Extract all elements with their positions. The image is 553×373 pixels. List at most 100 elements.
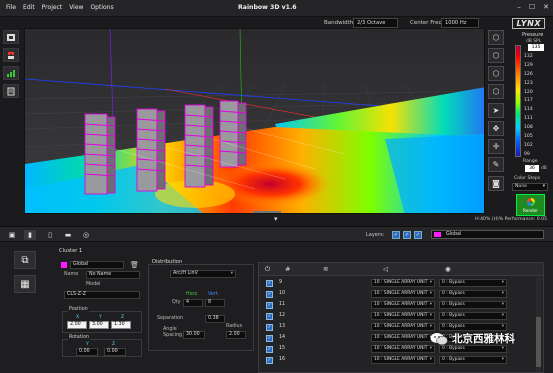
- add-array-button[interactable]: ⧉: [14, 251, 36, 269]
- bandwidth-select[interactable]: 2/3 Octave: [353, 18, 398, 28]
- position-y-input[interactable]: 3.00: [89, 321, 109, 329]
- model-input[interactable]: CLS-Z-Z: [64, 291, 140, 299]
- center-freq-select[interactable]: 1000 Hz: [441, 18, 479, 28]
- row-enable-checkbox[interactable]: ✓: [266, 313, 273, 320]
- response-tool-button[interactable]: [3, 66, 19, 80]
- rotation-group: [62, 339, 142, 357]
- row-enable-checkbox[interactable]: ✓: [266, 346, 273, 353]
- 3d-viewport[interactable]: [24, 28, 485, 214]
- range-input[interactable]: 36: [525, 165, 539, 172]
- view-side-button[interactable]: ⬡: [488, 66, 504, 81]
- measure-tool-button[interactable]: ✎: [488, 157, 504, 172]
- view-top-button[interactable]: ⬡: [488, 84, 504, 99]
- collapse-panel-icon[interactable]: ▾: [274, 215, 278, 223]
- qty-horz-input[interactable]: 4: [183, 299, 203, 307]
- pressure-max-input[interactable]: 135: [528, 44, 544, 51]
- view-iso-button[interactable]: ⬡: [488, 30, 504, 45]
- bandwidth-label: Bandwidth: [324, 20, 354, 26]
- row-eq-select[interactable]: 0 : Bypass ▾: [439, 312, 507, 320]
- select-tool-button[interactable]: ➤: [488, 103, 504, 118]
- row-eq-value: 0 : Bypass: [442, 302, 465, 307]
- cluster-color-swatch[interactable]: [61, 262, 67, 268]
- row-enable-checkbox[interactable]: ✓: [266, 302, 273, 309]
- layer-extra-toggle[interactable]: ✓: [414, 231, 422, 239]
- color-steps-select[interactable]: None ▾: [512, 183, 548, 191]
- row-number: 12: [279, 313, 286, 318]
- tick-label: 117: [524, 98, 533, 104]
- row-unit-select[interactable]: 10 : SINGLE ARRAY UNIT▾: [371, 334, 435, 342]
- tab-subwoofer[interactable]: ▯: [44, 230, 56, 240]
- tab-target[interactable]: ◎: [80, 230, 92, 240]
- row-unit-select[interactable]: 10 : SINGLE ARRAY UNIT▾: [371, 312, 435, 320]
- add-grid-button[interactable]: ▦: [14, 275, 36, 293]
- render-button[interactable]: Render: [516, 194, 545, 216]
- row-enable-checkbox[interactable]: ✓: [266, 357, 273, 364]
- row-enable-checkbox[interactable]: ✓: [266, 335, 273, 342]
- layer-visible-toggle[interactable]: ✓: [392, 231, 400, 239]
- row-eq-select[interactable]: 0 : Bypass ▾: [439, 356, 507, 364]
- cube-icon: ⬡: [492, 33, 500, 42]
- table-row[interactable]: ✓ 11 10 : SINGLE ARRAY UNIT ▾ 0 : Bypass ▾: [263, 301, 535, 310]
- rotation-axis-y: Y: [86, 342, 89, 347]
- layer-select[interactable]: Global: [431, 230, 544, 239]
- row-eq-select[interactable]: 0 : Bypass ▾: [439, 345, 507, 353]
- menu-edit[interactable]: Edit: [23, 4, 35, 11]
- row-eq-value: 0 : Bypass: [442, 280, 465, 285]
- table-scrollbar[interactable]: [536, 277, 541, 372]
- row-enable-checkbox[interactable]: ✓: [266, 291, 273, 298]
- table-row[interactable]: ✓ 15 10 : SINGLE ARRAY UNIT ▾ 0 : Bypass ▾: [263, 345, 535, 354]
- rotation-y-input[interactable]: 0.00: [76, 348, 98, 356]
- add-grid-icon: ▦: [20, 278, 30, 290]
- position-x-input[interactable]: 2.00: [67, 321, 87, 329]
- menu-view[interactable]: View: [69, 4, 83, 11]
- menu-project[interactable]: Project: [42, 4, 63, 11]
- row-unit-select[interactable]: 10 : SINGLE ARRAY UNIT▾: [371, 345, 435, 353]
- tab-dispersion[interactable]: ▬: [62, 230, 74, 240]
- row-eq-select[interactable]: 0 : Bypass ▾: [439, 279, 507, 287]
- tick-label: 132: [524, 53, 533, 59]
- close-button[interactable]: ✕: [543, 3, 549, 11]
- radius-input[interactable]: 2.00: [226, 331, 246, 339]
- table-row[interactable]: ✓ 12 10 : SINGLE ARRAY UNIT ▾ 0 : Bypass ▾: [263, 312, 535, 321]
- row-unit-select[interactable]: 10 : SINGLE ARRAY UNIT▾: [371, 356, 435, 364]
- qty-vert-input[interactable]: 8: [205, 299, 225, 307]
- view-front-button[interactable]: ⬡: [488, 48, 504, 63]
- distribution-mode-select[interactable]: Arc/H LinV ▾: [170, 270, 236, 278]
- table-row[interactable]: ✓ 16 10 : SINGLE ARRAY UNIT ▾ 0 : Bypass ▾: [263, 356, 535, 365]
- list-tool-button[interactable]: [3, 84, 19, 98]
- menu-options[interactable]: Options: [90, 4, 113, 11]
- row-unit-select[interactable]: 10 : SINGLE ARRAY UNIT▾: [371, 301, 435, 309]
- angle-spacing-input[interactable]: 30.00: [183, 331, 205, 339]
- table-row[interactable]: ✓ 10 10 : SINGLE ARRAY UNIT ▾ 0 : Bypass ▾: [263, 290, 535, 299]
- row-unit-select[interactable]: 10 : SINGLE ARRAY UNIT▾: [371, 279, 435, 287]
- row-enable-checkbox[interactable]: ✓: [266, 324, 273, 331]
- name-input[interactable]: No Name: [86, 271, 140, 279]
- range-label: Range: [523, 159, 538, 164]
- maximize-button[interactable]: ☐: [529, 3, 535, 11]
- table-row[interactable]: ✓ 9 10 : SINGLE ARRAY UNIT ▾ 0 : Bypass ▾: [263, 279, 535, 288]
- layer-lock-toggle[interactable]: ✓: [403, 231, 411, 239]
- position-axis-y: Y: [99, 315, 102, 320]
- row-enable-checkbox[interactable]: ✓: [266, 280, 273, 287]
- speaker-tool-button[interactable]: [3, 30, 19, 44]
- row-eq-select[interactable]: 0 : Bypass ▾: [439, 290, 507, 298]
- separation-input[interactable]: 0.38: [205, 315, 225, 323]
- row-eq-select[interactable]: 0 : Bypass ▾: [439, 323, 507, 331]
- camera-tool-button[interactable]: ◙: [488, 176, 504, 191]
- cluster-layer-select[interactable]: Global: [70, 261, 124, 269]
- table-scroll-thumb[interactable]: [536, 317, 541, 367]
- orbit-tool-button[interactable]: ✥: [488, 121, 504, 136]
- menu-file[interactable]: File: [6, 4, 16, 11]
- row-eq-select[interactable]: 0 : Bypass ▾: [439, 301, 507, 309]
- pan-tool-button[interactable]: ✛: [488, 139, 504, 154]
- minimize-button[interactable]: –: [517, 3, 521, 11]
- row-unit-select[interactable]: 10 : SINGLE ARRAY UNIT▾: [371, 323, 435, 331]
- rotation-z-input[interactable]: 0.00: [104, 348, 126, 356]
- subwoofer-tool-button[interactable]: [3, 48, 19, 62]
- row-unit-select[interactable]: 10 : SINGLE ARRAY UNIT▾: [371, 290, 435, 298]
- power-icon[interactable]: ⏻: [265, 265, 270, 274]
- tab-arrays[interactable]: ▮: [24, 230, 36, 240]
- position-z-input[interactable]: 1.30: [111, 321, 131, 329]
- tab-speakers[interactable]: ▣: [6, 230, 18, 240]
- delete-cluster-icon[interactable]: 🗑: [130, 261, 139, 269]
